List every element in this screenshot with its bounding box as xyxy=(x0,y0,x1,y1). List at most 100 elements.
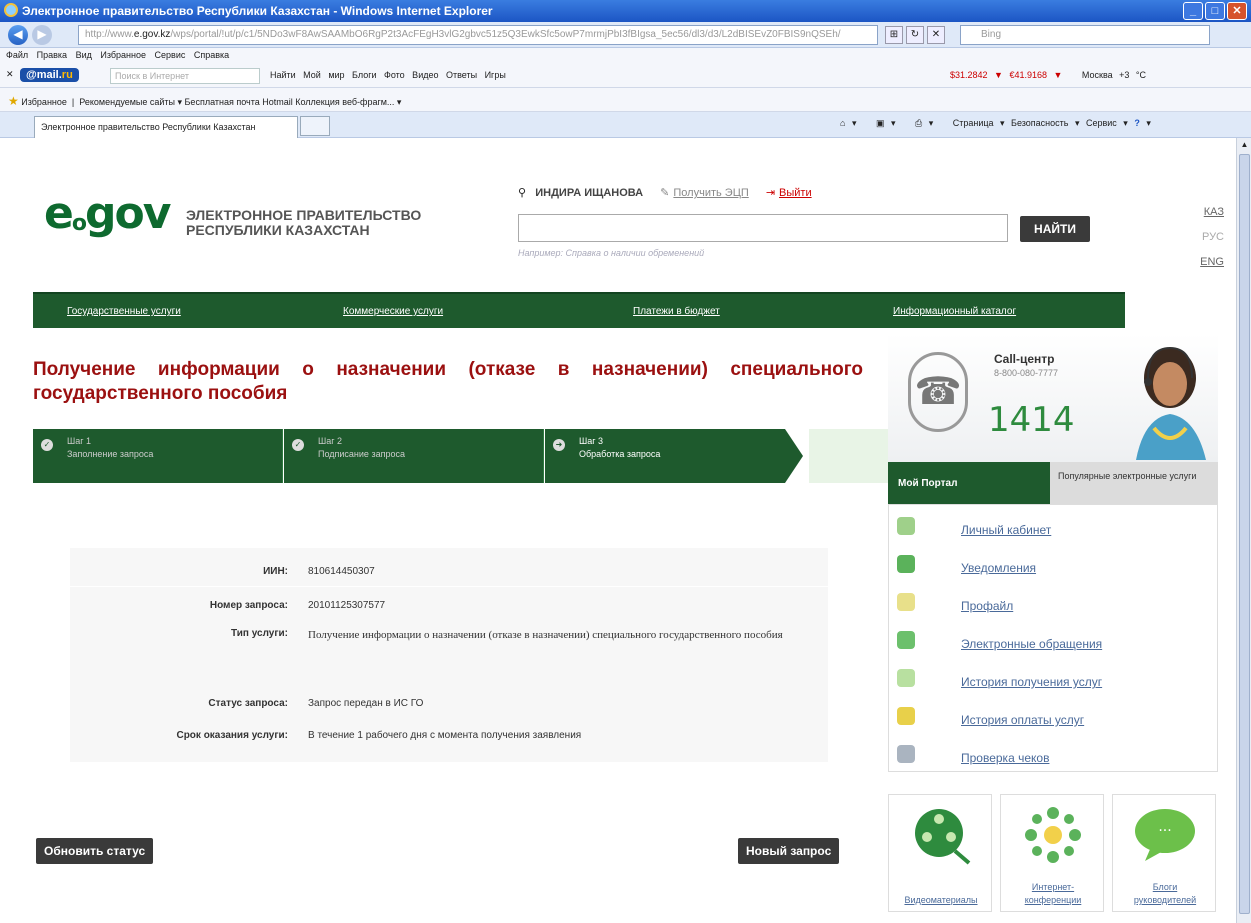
window-title: Электронное правительство Республики Каз… xyxy=(22,4,493,18)
mailru-tools[interactable]: Найти Мой мир Блоги Фото Видео Ответы Иг… xyxy=(270,70,506,80)
check-icon: ✓ xyxy=(292,439,304,451)
refresh-icon[interactable]: ↻ xyxy=(906,26,924,44)
compat-icon[interactable]: ⊞ xyxy=(885,26,903,44)
find-button[interactable]: НАЙТИ xyxy=(1020,216,1090,242)
step-arrow xyxy=(785,429,803,483)
menu-bar: Файл Правка Вид Избранное Сервис Справка xyxy=(0,48,1251,64)
scroll-up-icon[interactable]: ▲ xyxy=(1239,140,1250,151)
browser-window: Электронное правительство Республики Каз… xyxy=(0,0,1251,923)
lang-rus: РУС xyxy=(1201,231,1224,243)
link-appeals[interactable]: Электронные обращения xyxy=(961,637,1102,651)
menu-file[interactable]: Файл xyxy=(6,50,28,60)
info-label: Статус запроса: xyxy=(208,698,288,709)
close-button[interactable]: ✕ xyxy=(1227,2,1247,20)
film-reel-icon xyxy=(915,809,971,865)
link-payment-history[interactable]: История оплаты услуг xyxy=(961,713,1084,727)
step-3-name: Шаг 3 xyxy=(579,436,604,446)
mailru-logo[interactable]: @mail.ru xyxy=(20,68,79,82)
logout-link[interactable]: Выйти xyxy=(779,187,812,199)
weather-text[interactable]: Москва +3 °C xyxy=(1082,70,1146,80)
tile-videos[interactable]: Видеоматериалы xyxy=(888,794,992,912)
menu-favorites[interactable]: Избранное xyxy=(100,50,146,60)
back-icon[interactable]: ◀ xyxy=(8,25,28,45)
pen-icon: ✎ xyxy=(660,187,670,199)
history-icon xyxy=(897,669,915,687)
scroll-thumb[interactable] xyxy=(1239,154,1250,914)
nav-budget-payments[interactable]: Платежи в бюджет xyxy=(633,306,720,317)
link-check-receipts[interactable]: Проверка чеков xyxy=(961,751,1049,765)
bing-search-input[interactable]: Bing xyxy=(960,25,1210,45)
help-icon[interactable]: ? xyxy=(1134,118,1140,128)
link-notifications[interactable]: Уведомления xyxy=(961,561,1036,575)
nav-info-catalog[interactable]: Информационный каталог xyxy=(893,306,1016,317)
operator-photo xyxy=(1136,346,1206,460)
tab-popular-services[interactable]: Популярные электронные услуги xyxy=(1050,462,1218,504)
logo-sub: o xyxy=(71,211,87,236)
step-2: ✓ Шаг 2 Подписание запроса xyxy=(284,429,544,483)
favorites-items[interactable]: Рекомендуемые сайты ▾ Бесплатная почта H… xyxy=(79,97,401,107)
lang-kaz[interactable]: КАЗ xyxy=(1200,200,1224,225)
link-profile[interactable]: Профайл xyxy=(961,599,1013,613)
menu-tools[interactable]: Сервис xyxy=(155,50,186,60)
info-value: 810614450307 xyxy=(308,566,375,577)
nav-commercial-services[interactable]: Коммерческие услуги xyxy=(343,306,443,317)
minimize-button[interactable]: _ xyxy=(1183,2,1203,20)
step-3: ➜ Шаг 3 Обработка запроса xyxy=(545,429,785,483)
main-nav: Государственные услуги Коммерческие услу… xyxy=(33,292,1125,328)
payment-icon xyxy=(897,707,915,725)
info-label: Тип услуги: xyxy=(231,628,288,639)
maximize-button[interactable]: □ xyxy=(1205,2,1225,20)
logo-line1: ЭЛЕКТРОННОЕ ПРАВИТЕЛЬСТВО xyxy=(186,207,422,223)
info-label: ИИН: xyxy=(263,566,288,577)
call-center: ☎ Call-центр 8-800-080-7777 1414 xyxy=(888,334,1218,462)
nav-gov-services[interactable]: Государственные услуги xyxy=(67,306,181,317)
tile-conferences[interactable]: Интернет-конференции xyxy=(1000,794,1104,912)
mailru-search-input[interactable]: Поиск в Интернет xyxy=(110,68,260,84)
step-2-desc: Подписание запроса xyxy=(318,449,405,459)
browser-tab[interactable]: Электронное правительство Республики Каз… xyxy=(34,116,298,138)
svg-text:···: ··· xyxy=(1158,823,1171,839)
list-item: Электронные обращения xyxy=(889,627,1219,661)
menu-view[interactable]: Вид xyxy=(76,50,92,60)
list-item: Проверка чеков xyxy=(889,741,1219,775)
command-menus[interactable]: Страница ▾ Безопасность ▾ Сервис ▾ xyxy=(953,118,1128,128)
feeds-icon[interactable]: ▣ xyxy=(876,118,885,128)
page-content: eogov ЭЛЕКТРОННОЕ ПРАВИТЕЛЬСТВО РЕСПУБЛИ… xyxy=(0,138,1236,923)
link-service-history[interactable]: История получения услуг xyxy=(961,675,1102,689)
egov-logo[interactable]: eogov xyxy=(44,188,171,239)
menu-help[interactable]: Справка xyxy=(194,50,229,60)
mailru-logo-b: ru xyxy=(61,69,73,81)
user-name: ИНДИРА ИЩАНОВА xyxy=(535,187,644,199)
lang-eng[interactable]: ENG xyxy=(1200,250,1224,275)
logo-gov: gov xyxy=(84,188,171,239)
url-prefix: http://www. xyxy=(85,29,134,40)
stop-icon[interactable]: ✕ xyxy=(927,26,945,44)
page-title: Получение информации о назначении (отказ… xyxy=(33,359,863,404)
favorites-label[interactable]: Избранное xyxy=(21,97,67,107)
user-icon: ⚲ xyxy=(518,187,527,199)
refresh-status-button[interactable]: Обновить статус xyxy=(36,838,154,864)
vertical-scrollbar[interactable]: ▲ xyxy=(1236,138,1251,923)
language-switch: КАЗ РУС ENG xyxy=(1200,200,1224,275)
profile-icon xyxy=(897,593,915,611)
new-tab-button[interactable] xyxy=(300,116,330,136)
notifications-icon xyxy=(897,555,915,573)
new-request-button[interactable]: Новый запрос xyxy=(738,838,840,864)
favorites-star-icon[interactable]: ★ xyxy=(8,94,19,108)
favorites-bar: ★ Избранное | Рекомендуемые сайты ▾ Бесп… xyxy=(0,88,1251,112)
info-value: Получение информации о назначении (отказ… xyxy=(308,629,783,641)
menu-edit[interactable]: Правка xyxy=(37,50,67,60)
mailru-toolbar: ✕ @mail.ru Поиск в Интернет Найти Мой ми… xyxy=(0,64,1251,88)
tile-blogs[interactable]: ··· Блоги руководителей xyxy=(1112,794,1216,912)
get-eds-link[interactable]: Получить ЭЦП xyxy=(673,187,748,199)
home-icon[interactable]: ⌂ xyxy=(840,118,845,128)
site-search-input[interactable] xyxy=(518,214,1008,242)
tab-my-portal[interactable]: Мой Портал xyxy=(888,462,1050,504)
url-input[interactable]: http://www.e.gov.kz/wps/portal/!ut/p/c1/… xyxy=(78,25,878,45)
info-value: В течение 1 рабочего дня с момента получ… xyxy=(308,730,582,741)
print-icon[interactable]: ⎙ xyxy=(915,118,922,128)
forward-icon[interactable]: ▶ xyxy=(32,25,52,45)
search-hint: Например: Справка о наличии обременений xyxy=(518,248,705,258)
link-personal-cabinet[interactable]: Личный кабинет xyxy=(961,523,1051,537)
toolbar-close-icon[interactable]: ✕ xyxy=(6,69,14,80)
